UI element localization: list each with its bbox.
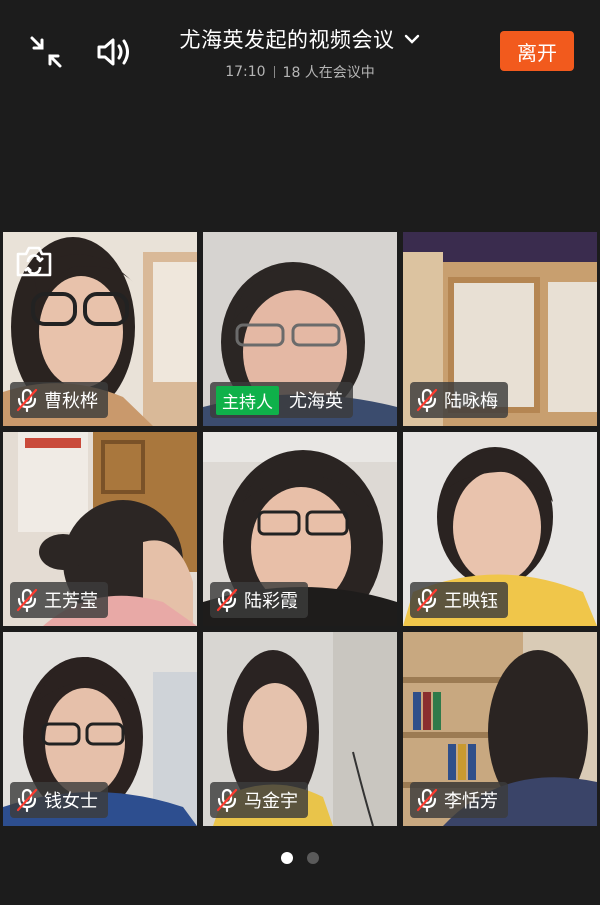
- participant-nametag: 马金宇: [210, 782, 308, 818]
- video-tile[interactable]: 李恬芳: [403, 632, 597, 826]
- video-tile[interactable]: 陆彩霞: [203, 432, 397, 626]
- mic-muted-icon: [216, 588, 238, 612]
- meeting-header: 尤海英发起的视频会议 17:10 18 人在会议中: [140, 24, 460, 82]
- meeting-title: 尤海英发起的视频会议: [179, 28, 395, 52]
- mic-muted-icon: [16, 388, 38, 412]
- video-tile[interactable]: 王映钰: [403, 432, 597, 626]
- mic-muted-icon: [416, 788, 438, 812]
- participant-name: 王芳莹: [44, 591, 98, 612]
- video-tile[interactable]: 马金宇: [203, 632, 397, 826]
- page-indicator: [0, 852, 600, 864]
- participant-count: 18 人在会议中: [282, 65, 375, 81]
- mic-muted-icon: [416, 388, 438, 412]
- participant-name: 李恬芳: [444, 791, 498, 812]
- video-tile[interactable]: 主持人 尤海英: [203, 232, 397, 426]
- top-bar: 尤海英发起的视频会议 17:10 18 人在会议中 离开: [0, 0, 600, 100]
- meeting-title-dropdown[interactable]: 尤海英发起的视频会议: [180, 24, 421, 54]
- participant-name: 陆咏梅: [444, 391, 498, 412]
- participant-nametag: 李恬芳: [410, 782, 508, 818]
- participant-nametag: 王映钰: [410, 582, 508, 618]
- video-tile[interactable]: 曹秋桦: [3, 232, 197, 426]
- participant-name: 曹秋桦: [44, 391, 98, 412]
- video-grid: 曹秋桦 主持人 尤海英 陆咏梅 王芳莹 陆彩霞 王映钰 钱女士 马金宇 李恬芳: [3, 232, 598, 826]
- video-tile[interactable]: 王芳莹: [3, 432, 197, 626]
- page-dot-active[interactable]: [281, 852, 293, 864]
- participant-name: 陆彩霞: [244, 591, 298, 612]
- participant-name: 钱女士: [44, 791, 98, 812]
- page-dot[interactable]: [307, 852, 319, 864]
- meeting-status: 17:10 18 人在会议中: [140, 62, 460, 82]
- host-badge: 主持人: [216, 385, 279, 415]
- participant-nametag: 陆咏梅: [410, 382, 508, 418]
- participant-nametag: 曹秋桦: [10, 382, 108, 418]
- video-tile[interactable]: 钱女士: [3, 632, 197, 826]
- speaker-icon[interactable]: [92, 30, 136, 74]
- divider: [273, 66, 275, 78]
- participant-name: 尤海英: [289, 391, 343, 412]
- participant-nametag: 王芳莹: [10, 582, 108, 618]
- chevron-down-icon: [404, 34, 419, 44]
- mic-muted-icon: [416, 588, 438, 612]
- collapse-arrows-icon[interactable]: [24, 30, 68, 74]
- participant-name: 马金宇: [244, 791, 298, 812]
- meeting-time: 17:10: [225, 64, 266, 80]
- mic-muted-icon: [216, 788, 238, 812]
- leave-button[interactable]: 离开: [500, 31, 574, 71]
- participant-nametag: 陆彩霞: [210, 582, 308, 618]
- participant-name: 王映钰: [444, 591, 498, 612]
- video-tile[interactable]: 陆咏梅: [403, 232, 597, 426]
- mic-muted-icon: [16, 788, 38, 812]
- participant-nametag: 主持人 尤海英: [210, 382, 353, 418]
- participant-nametag: 钱女士: [10, 782, 108, 818]
- camera-switch-icon[interactable]: [15, 244, 53, 278]
- mic-muted-icon: [16, 588, 38, 612]
